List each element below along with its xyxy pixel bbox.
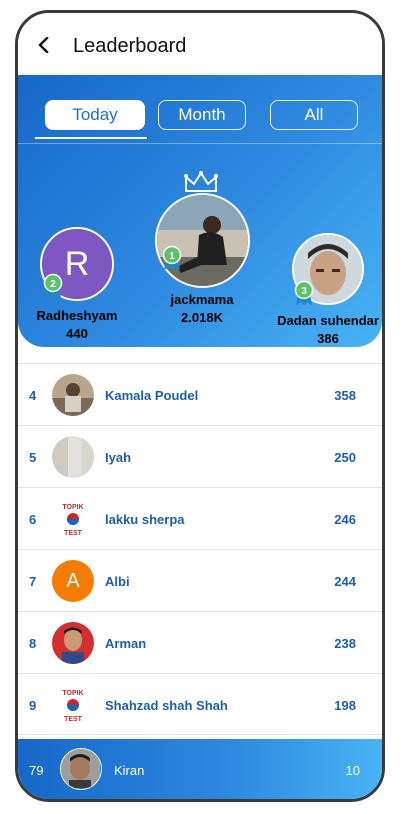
avatar-photo (157, 195, 248, 286)
podium-name: Dadan suhendar (277, 313, 379, 328)
page-title: Leaderboard (73, 35, 187, 57)
tab-all[interactable]: All (270, 100, 358, 130)
user-score: 244 (334, 574, 356, 589)
current-user-name: Kiran (114, 763, 145, 778)
period-tabs: Today Month All (18, 100, 382, 139)
user-name: Arman (105, 636, 147, 651)
podium-name: jackmama (170, 292, 234, 307)
avatar (52, 622, 94, 664)
phone-frame: Leaderboard Today Month All R 2 Radheshy… (15, 10, 385, 802)
list-item[interactable]: 9 TOPIK TEST Shahzad shah Shah 198 (18, 673, 382, 735)
topik-label: TOPIK (62, 504, 83, 511)
rank-1-badge-icon: 1 (162, 245, 182, 270)
list-item[interactable]: 7 A Albi 244 (18, 549, 382, 611)
avatar-photo (52, 436, 94, 478)
podium-score: 386 (317, 331, 339, 346)
leaderboard-hero: Today Month All R 2 Radheshyam 440 1 jac… (18, 75, 382, 347)
user-name: lakku sherpa (105, 512, 185, 527)
app-bar: Leaderboard (18, 13, 382, 75)
user-score: 246 (334, 512, 356, 527)
rank-number: 8 (29, 636, 37, 651)
avatar-photo (52, 374, 94, 416)
topik-label: TEST (64, 530, 83, 537)
svg-text:1: 1 (169, 251, 175, 262)
divider (18, 143, 382, 144)
rank-number: 6 (29, 512, 37, 527)
avatar (52, 436, 94, 478)
user-score: 358 (334, 388, 356, 403)
avatar: TOPIK TEST (52, 498, 94, 540)
list-item[interactable]: 5 Iyah 250 (18, 425, 382, 487)
avatar-photo (52, 622, 94, 664)
user-score: 198 (334, 698, 356, 713)
list-item[interactable]: 4 Kamala Poudel 358 (18, 363, 382, 425)
tab-today[interactable]: Today (45, 100, 145, 130)
back-arrow-icon[interactable] (36, 37, 52, 53)
user-score: 238 (334, 636, 356, 651)
podium-score: 2.018K (181, 310, 223, 325)
avatar-initial: A (52, 560, 94, 602)
avatar (60, 748, 102, 790)
topik-label: TOPIK (62, 690, 83, 697)
avatar (155, 193, 250, 288)
user-name: Iyah (105, 450, 132, 465)
podium-name: Radheshyam (36, 308, 118, 323)
active-tab-indicator (35, 137, 147, 139)
svg-text:2: 2 (50, 279, 56, 290)
list-item[interactable]: 6 TOPIK TEST lakku sherpa 246 (18, 487, 382, 549)
avatar (52, 374, 94, 416)
topik-label: TEST (64, 716, 83, 723)
svg-text:3: 3 (301, 286, 307, 297)
topik-logo-icon: TOPIK TEST (52, 498, 94, 540)
rank-number: 5 (29, 450, 37, 465)
rank-number: 4 (29, 388, 37, 403)
current-user-bar[interactable]: 79 Kiran 10 (18, 739, 382, 799)
rank-number: 7 (29, 574, 37, 589)
topik-logo-icon: TOPIK TEST (52, 684, 94, 726)
current-user-rank: 79 (29, 763, 44, 778)
current-user-score: 10 (345, 763, 360, 778)
podium-score: 440 (66, 326, 88, 341)
tab-month[interactable]: Month (158, 100, 246, 130)
rank-3-badge-icon: 3 (294, 280, 314, 305)
user-name: Shahzad shah Shah (105, 698, 228, 713)
avatar: A (52, 560, 94, 602)
rank-number: 9 (29, 698, 37, 713)
list-item[interactable]: 8 Arman 238 (18, 611, 382, 673)
user-name: Albi (105, 574, 130, 589)
user-name: Kamala Poudel (105, 388, 199, 403)
avatar: TOPIK TEST (52, 684, 94, 726)
user-score: 250 (334, 450, 356, 465)
rank-2-badge-icon: 2 (43, 273, 63, 298)
crown-icon (184, 171, 218, 192)
avatar-photo (61, 749, 100, 788)
